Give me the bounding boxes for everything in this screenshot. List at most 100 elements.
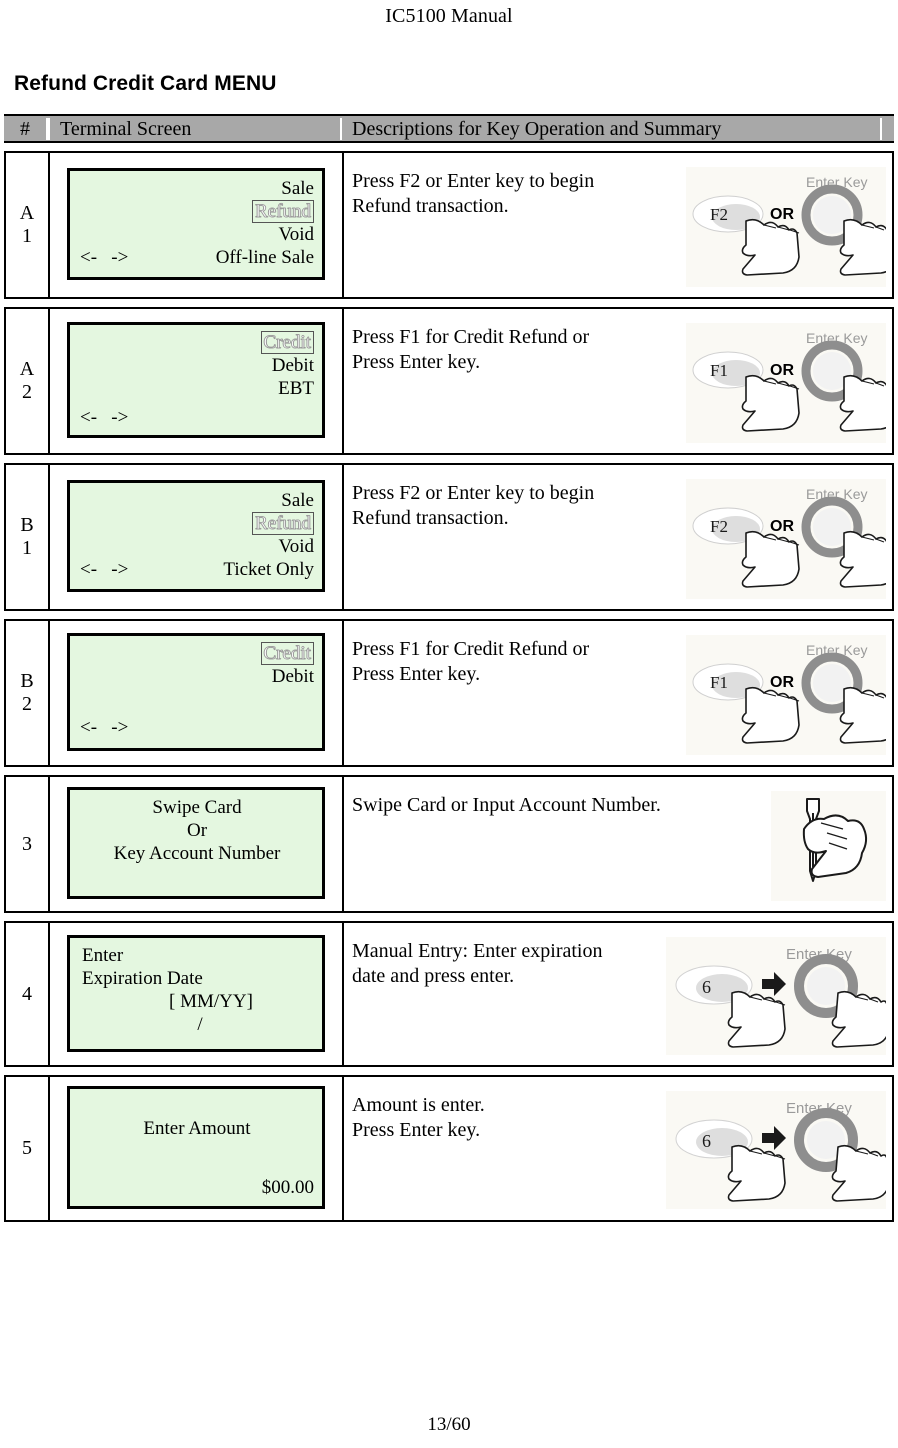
column-header-screen: Terminal Screen xyxy=(48,117,342,140)
description-text: Swipe Card or Input Account Number. xyxy=(352,794,661,816)
key-illustration-number-then-enter: Enter Key 6 xyxy=(666,937,886,1055)
row-id-cell: A 2 xyxy=(6,309,50,453)
lcd-menu-item[interactable]: Debit xyxy=(76,354,318,377)
lcd-nav-line: <- -> Ticket Only xyxy=(76,558,318,581)
key-illustration-f1-or-enter: Enter Key F1 OR xyxy=(686,323,886,443)
lcd-menu-item[interactable]: Off-line Sale xyxy=(172,246,318,269)
or-connector-label: OR xyxy=(770,518,794,535)
key-illustration-f1-or-enter: Enter Key F1 OR xyxy=(686,635,886,755)
column-header-description: Descriptions for Key Operation and Summa… xyxy=(342,117,882,140)
lcd-menu-item[interactable] xyxy=(172,716,318,739)
key-illustration-f2-or-enter: Enter Key F2 OR xyxy=(686,479,886,599)
description-cell: Press F2 or Enter key to begin Refund tr… xyxy=(344,153,892,297)
lcd-nav-line: <- -> Off-line Sale xyxy=(76,246,318,269)
lcd-menu-item[interactable] xyxy=(172,406,318,429)
row-id-line1: B xyxy=(20,514,34,536)
table-row: 4 Enter Expiration Date [ MM/YY] / Manua… xyxy=(4,921,894,1067)
row-id-line1: 5 xyxy=(22,1137,32,1159)
key-or-enter-graphic: Enter Key F2 OR xyxy=(686,479,886,599)
row-id-cell: 4 xyxy=(6,923,50,1065)
terminal-lcd: Enter Expiration Date [ MM/YY] / xyxy=(67,934,325,1052)
lcd-menu-item[interactable]: Debit xyxy=(76,665,318,688)
or-connector-label: OR xyxy=(770,674,794,691)
table-row: 5 Enter Amount $00.00 Amount is enter. P… xyxy=(4,1075,894,1222)
lcd-menu-item-selected[interactable]: Credit xyxy=(76,642,318,665)
table-row: B 2 Credit Debit <- -> Press F1 for Cred… xyxy=(4,619,894,767)
description-cell: Amount is enter. Press Enter key. Enter … xyxy=(344,1077,892,1220)
lcd-menu-item[interactable]: Sale xyxy=(76,489,318,512)
description-text: Press F1 for Credit Refund or Press Ente… xyxy=(352,326,590,373)
or-connector-label: OR xyxy=(770,206,794,223)
terminal-screen-cell: Sale Refund Void <- -> Off-line Sale xyxy=(50,153,344,297)
lcd-amount-field[interactable]: $00.00 xyxy=(76,1176,318,1199)
terminal-screen-cell: Enter Expiration Date [ MM/YY] / xyxy=(50,923,344,1065)
row-id-line2: 2 xyxy=(21,381,32,403)
lcd-menu-item-selected[interactable]: Refund xyxy=(76,200,318,223)
description-cell: Manual Entry: Enter expiration date and … xyxy=(344,923,892,1065)
terminal-lcd: Sale Refund Void <- -> Ticket Only xyxy=(67,480,325,592)
row-id-line2: 2 xyxy=(22,693,32,715)
key-or-enter-graphic: Enter Key F1 OR xyxy=(686,323,886,443)
lcd-format-hint: [ MM/YY] xyxy=(169,990,253,1012)
terminal-screen-cell: Swipe Card Or Key Account Number xyxy=(50,777,344,911)
description-text: Press F1 for Credit Refund or Press Ente… xyxy=(352,638,590,685)
lcd-nav-line: <- -> xyxy=(76,716,318,739)
table-row: A 2 Credit Debit EBT <- -> Press F1 for … xyxy=(4,307,894,455)
description-cell: Press F1 for Credit Refund or Press Ente… xyxy=(344,621,892,765)
lcd-nav-arrows[interactable]: <- -> xyxy=(76,558,172,581)
lcd-nav-arrows[interactable]: <- -> xyxy=(76,246,172,269)
lcd-prompt-line: Expiration Date xyxy=(82,967,203,989)
description-text: Press F2 or Enter key to begin Refund tr… xyxy=(352,170,595,217)
lcd-menu-item[interactable]: Sale xyxy=(76,177,318,200)
row-id-cell: A 1 xyxy=(6,153,50,297)
lcd-menu-item[interactable]: EBT xyxy=(76,377,318,400)
key-or-enter-graphic: Enter Key F1 OR xyxy=(686,635,886,755)
terminal-lcd: Sale Refund Void <- -> Off-line Sale xyxy=(67,168,325,280)
numeric-key-label: 6 xyxy=(702,977,711,997)
key-illustration-number-then-enter: Enter Key 6 xyxy=(666,1091,886,1209)
lcd-menu-item[interactable]: Void xyxy=(76,223,318,246)
row-id-line1: 3 xyxy=(22,832,32,855)
function-key-label: F1 xyxy=(710,673,728,692)
swipe-hand-graphic xyxy=(771,791,886,901)
or-connector-label: OR xyxy=(770,362,794,379)
row-id-line1: A xyxy=(19,202,35,224)
terminal-screen-cell: Credit Debit EBT <- -> xyxy=(50,309,344,453)
lcd-menu-item[interactable]: Void xyxy=(76,535,318,558)
row-id-line1: B xyxy=(20,670,34,692)
lcd-menu-item[interactable]: Ticket Only xyxy=(172,558,318,581)
lcd-nav-line: <- -> xyxy=(76,406,318,429)
lcd-nav-arrows[interactable]: <- -> xyxy=(76,716,172,739)
terminal-lcd: Credit Debit <- -> xyxy=(67,633,325,751)
description-cell: Press F1 for Credit Refund or Press Ente… xyxy=(344,309,892,453)
terminal-lcd: Swipe Card Or Key Account Number xyxy=(67,787,325,899)
description-text: Manual Entry: Enter expiration date and … xyxy=(352,940,603,987)
lcd-input-field[interactable]: / xyxy=(76,1013,318,1036)
lcd-menu-item-selected[interactable]: Refund xyxy=(76,512,318,535)
numeric-key-label: 6 xyxy=(702,1131,711,1151)
lcd-menu-item-selected[interactable]: Credit xyxy=(76,331,318,354)
description-text: Press F2 or Enter key to begin Refund tr… xyxy=(352,482,595,529)
row-id-cell: B 1 xyxy=(6,465,50,609)
table-row: A 1 Sale Refund Void <- -> Off-line Sale… xyxy=(4,151,894,299)
row-id-line1: 4 xyxy=(22,982,32,1005)
page-title: Refund Credit Card MENU xyxy=(14,72,277,95)
key-then-enter-graphic: Enter Key 6 xyxy=(666,1091,886,1209)
key-then-enter-graphic: Enter Key 6 xyxy=(666,937,886,1055)
terminal-lcd: Credit Debit EBT <- -> xyxy=(67,322,325,438)
column-header-number: # xyxy=(4,117,48,140)
function-key-label: F2 xyxy=(710,205,728,224)
function-key-label: F1 xyxy=(710,361,728,380)
lcd-prompt-line: Swipe Card xyxy=(152,797,242,818)
lcd-nav-arrows[interactable]: <- -> xyxy=(76,406,172,429)
description-cell: Press F2 or Enter key to begin Refund tr… xyxy=(344,465,892,609)
lcd-prompt-line: Enter xyxy=(82,944,124,966)
row-id-line2: 1 xyxy=(22,537,32,559)
terminal-screen-cell: Sale Refund Void <- -> Ticket Only xyxy=(50,465,344,609)
lcd-prompt-line: Enter Amount xyxy=(143,1118,251,1139)
row-id-cell: B 2 xyxy=(6,621,50,765)
document-page: IC5100 Manual Refund Credit Card MENU # … xyxy=(0,0,898,1448)
terminal-screen-cell: Credit Debit <- -> xyxy=(50,621,344,765)
lcd-prompt-line: Key Account Number xyxy=(113,843,281,864)
table-header-row: # Terminal Screen Descriptions for Key O… xyxy=(4,114,894,143)
